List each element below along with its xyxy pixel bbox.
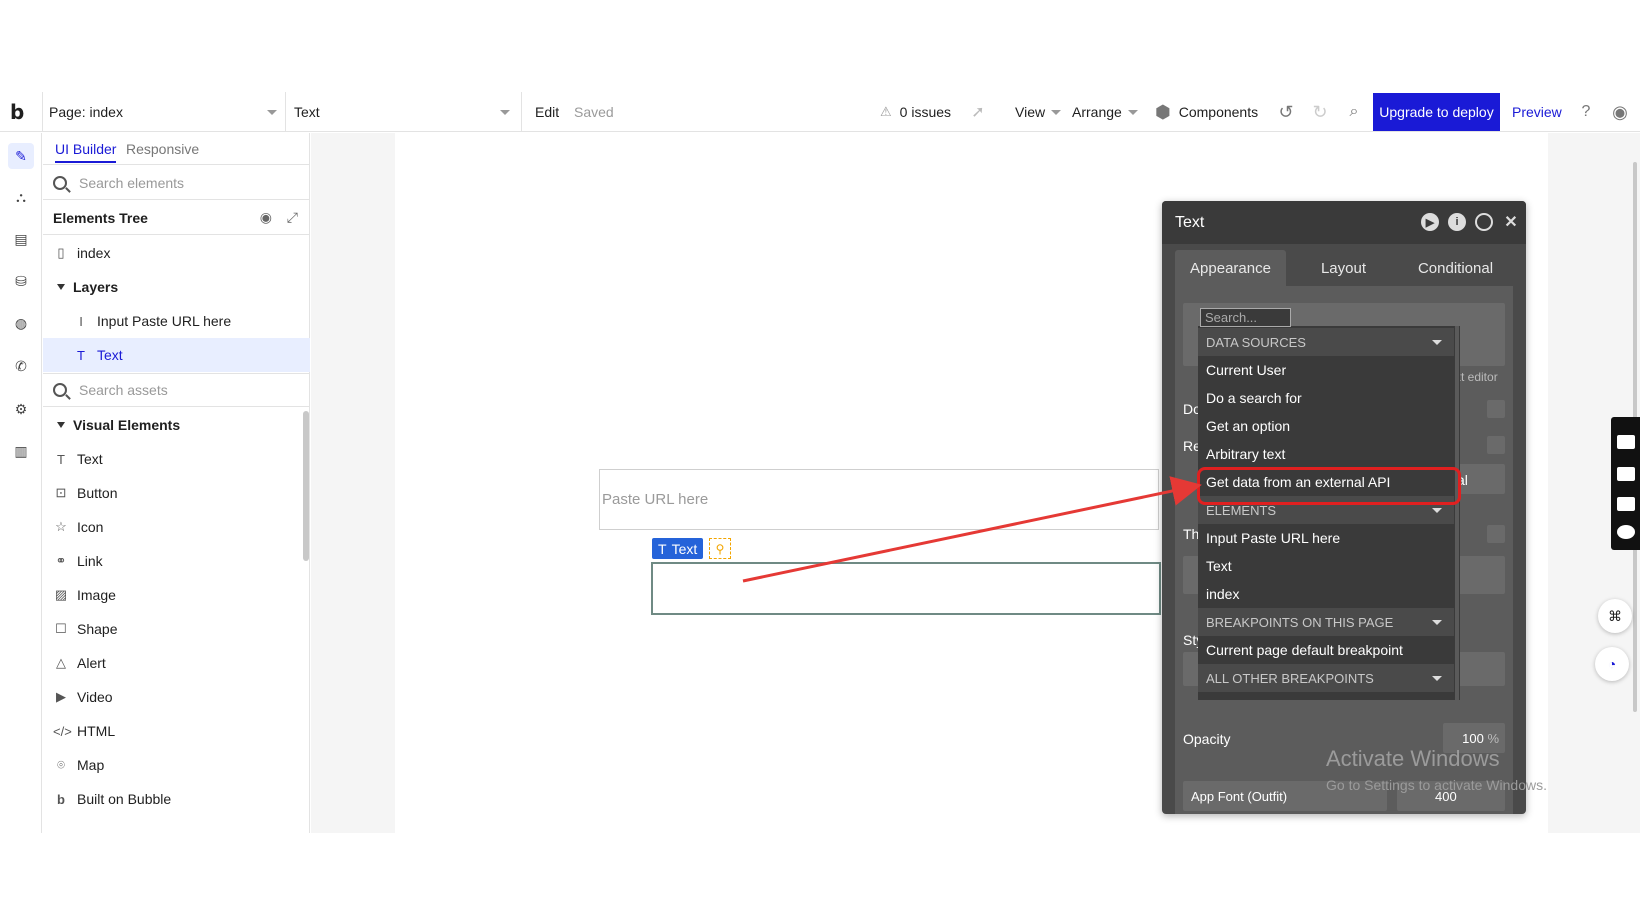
video-camera-icon[interactable]	[1617, 467, 1635, 481]
screen-icon[interactable]	[1617, 497, 1635, 511]
annotation-arrow	[742, 476, 1202, 583]
camera-icon[interactable]	[1617, 435, 1635, 449]
bubble-editor: b Page: index Text Edit Saved ⚠ 0 issues…	[0, 0, 1640, 924]
shortcut-icon[interactable]: ⌘	[1598, 599, 1632, 633]
floating-toolbar	[1611, 417, 1640, 550]
assistant-icon[interactable]: ◔	[1595, 647, 1629, 681]
gear-icon[interactable]	[1617, 525, 1635, 539]
